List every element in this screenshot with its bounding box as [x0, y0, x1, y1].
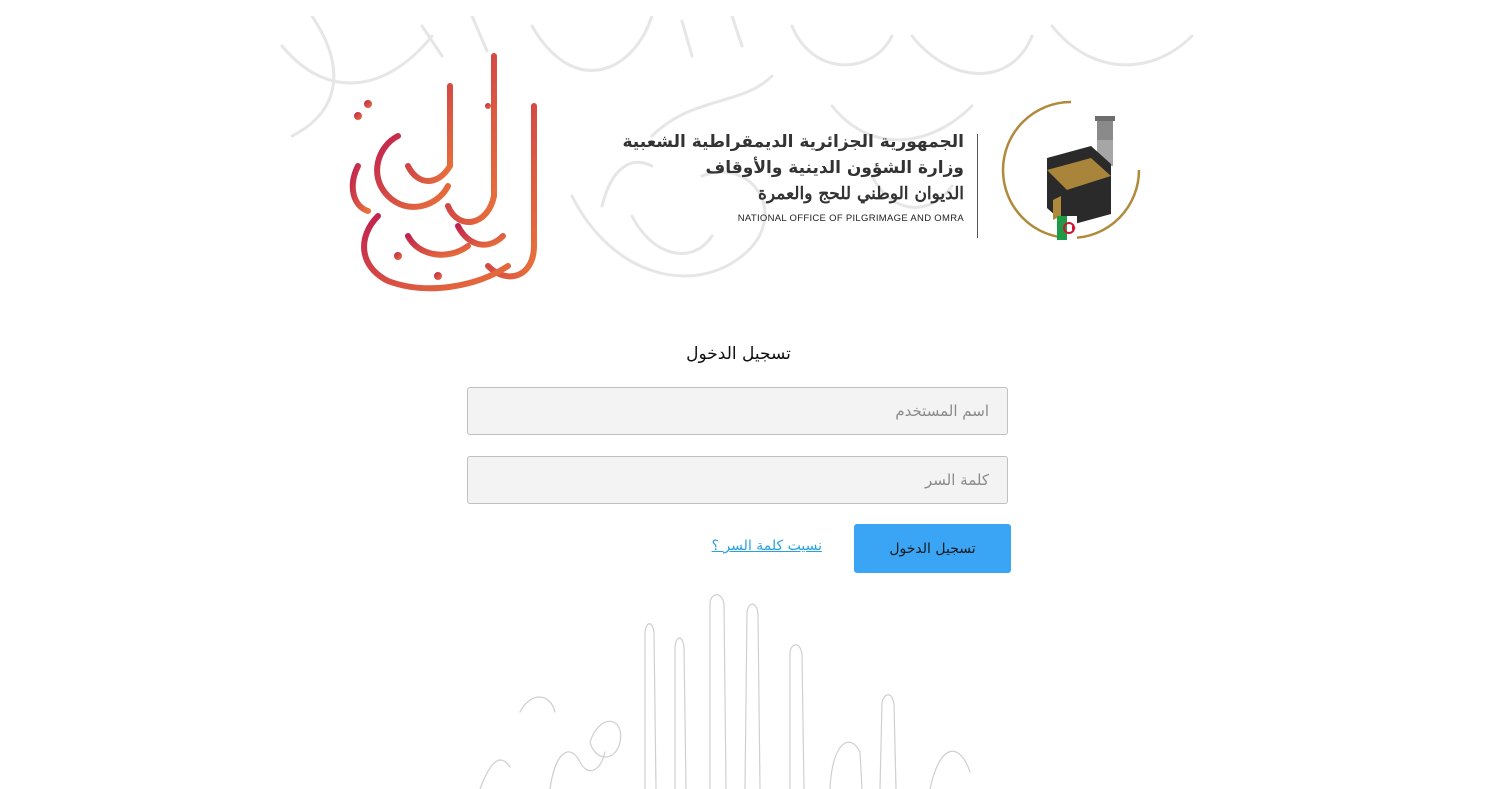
ministry-line-ministry: وزارة الشؤون الدينية والأوقاف: [705, 158, 965, 178]
username-input[interactable]: [467, 387, 1008, 435]
header-banner: الجمهورية الجزائرية الديمقراطية الشعبية …: [272, 16, 1204, 306]
login-submit-button[interactable]: تسجيل الدخول: [854, 524, 1011, 573]
forgot-password-link[interactable]: نسيت كلمة السر ؟: [690, 538, 822, 554]
ministry-line-office-arabic: الديوان الوطني للحج والعمرة: [757, 184, 964, 204]
password-input[interactable]: [467, 456, 1008, 504]
slogan-calligraphy-logo: [349, 53, 537, 292]
kaaba-crescent-logo-icon: [1001, 100, 1141, 240]
login-title: تسجيل الدخول: [686, 344, 791, 364]
login-page: الجمهورية الجزائرية الديمقراطية الشعبية …: [0, 0, 1509, 789]
header-divider: [977, 134, 978, 238]
ministry-line-republic: الجمهورية الجزائرية الديمقراطية الشعبية: [622, 132, 965, 152]
footer-calligraphy-watermark: [479, 594, 971, 789]
ministry-text-block: الجمهورية الجزائرية الديمقراطية الشعبية …: [614, 132, 965, 244]
ministry-line-office-english: NATIONAL OFFICE OF PILGRIMAGE AND OMRA: [737, 213, 964, 224]
